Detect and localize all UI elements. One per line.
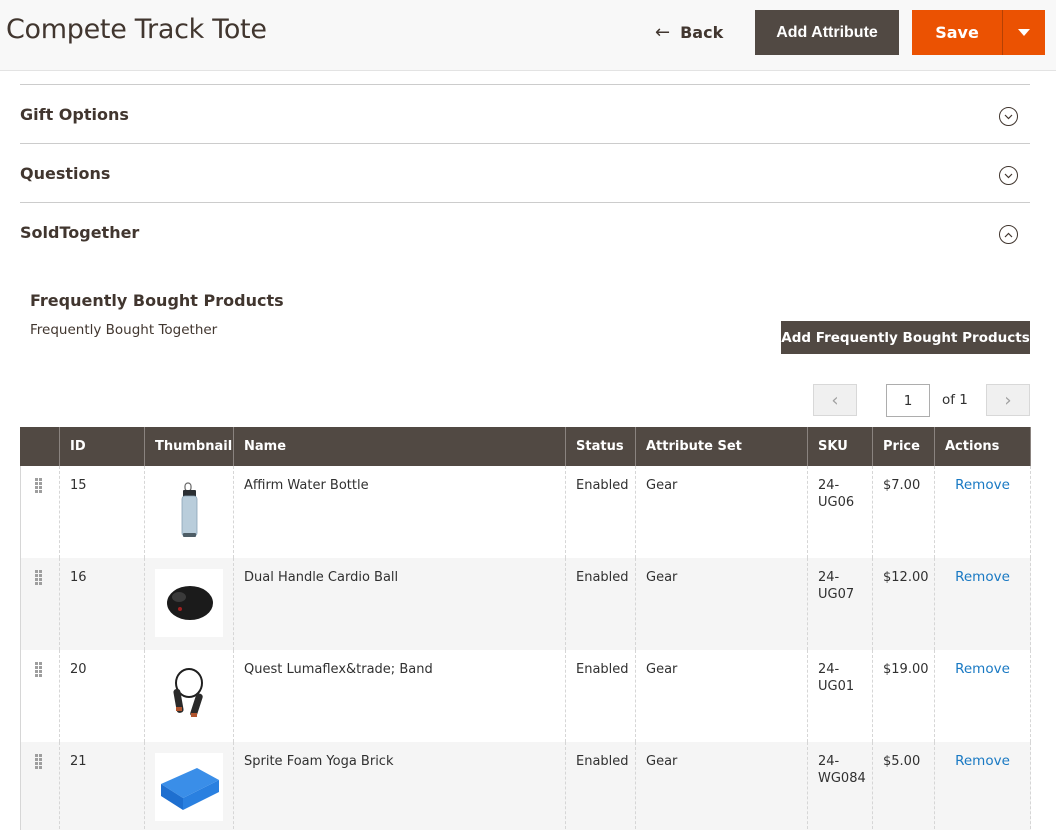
chevron-down-circle-icon[interactable] (999, 107, 1018, 126)
cell-price: $19.00 (872, 650, 935, 742)
column-header-attribute-set[interactable]: Attribute Set (635, 427, 808, 466)
cell-sku: 24- UG07 (807, 558, 873, 650)
thumbnail-water-bottle (155, 477, 223, 545)
cell-name: Sprite Foam Yoga Brick (233, 742, 566, 830)
column-header-actions: Actions (934, 427, 1031, 466)
thumbnail-yoga-brick (155, 753, 223, 821)
table-row: 20 Quest Lumaflex&trade; Band Enabled Ge… (20, 650, 1031, 742)
section-title: Gift Options (20, 105, 129, 124)
cell-name: Affirm Water Bottle (233, 466, 566, 558)
cell-id: 21 (59, 742, 145, 830)
pager-prev-button[interactable]: ‹ (813, 384, 857, 416)
table-row: 21 Sprite Foam Yoga Brick Enabled Gear 2… (20, 742, 1031, 830)
section-gift-options[interactable]: Gift Options (20, 84, 1030, 143)
cell-sku: 24- WG084 (807, 742, 873, 830)
save-split-button: Save (912, 10, 1045, 55)
section-soldtogether[interactable]: SoldTogether (20, 202, 1030, 262)
add-frequently-bought-button[interactable]: Add Frequently Bought Products (781, 321, 1030, 354)
remove-link[interactable]: Remove (945, 477, 1020, 494)
cell-status: Enabled (565, 558, 636, 650)
section-title: Questions (20, 164, 111, 183)
page-header: Compete Track Tote ← Back Add Attribute … (0, 0, 1056, 71)
remove-link[interactable]: Remove (945, 753, 1020, 770)
column-header-status[interactable]: Status (565, 427, 636, 466)
cell-status: Enabled (565, 650, 636, 742)
pager-next-button[interactable]: › (986, 384, 1030, 416)
column-header-drag (20, 427, 60, 466)
thumbnail-resistance-band (155, 661, 223, 729)
pager-page-input[interactable] (886, 384, 930, 417)
cell-id: 15 (59, 466, 145, 558)
add-attribute-button[interactable]: Add Attribute (755, 10, 899, 55)
drag-handle-icon[interactable] (35, 478, 43, 493)
column-header-name[interactable]: Name (233, 427, 566, 466)
back-button[interactable]: ← Back (655, 19, 723, 45)
cell-price: $7.00 (872, 466, 935, 558)
chevron-up-circle-icon[interactable] (999, 225, 1018, 244)
chevron-left-icon: ‹ (831, 389, 839, 411)
column-header-price[interactable]: Price (872, 427, 935, 466)
frequently-bought-grid: ID Thumbnail Name Status Attribute Set S… (20, 427, 1031, 830)
page-title: Compete Track Tote (6, 14, 267, 45)
remove-link[interactable]: Remove (945, 569, 1020, 586)
section-title: SoldTogether (20, 223, 140, 242)
pager-total: of 1 (942, 392, 968, 408)
chevron-right-icon: › (1004, 389, 1012, 411)
column-header-thumbnail: Thumbnail (144, 427, 234, 466)
cell-id: 20 (59, 650, 145, 742)
remove-link[interactable]: Remove (945, 661, 1020, 678)
cell-attribute-set: Gear (635, 650, 808, 742)
cell-attribute-set: Gear (635, 558, 808, 650)
thumbnail-cardio-ball (155, 569, 223, 637)
cell-attribute-set: Gear (635, 466, 808, 558)
table-row: 15 Affirm Water Bottle Enabled Gear 24- U… (20, 466, 1031, 558)
drag-handle-icon[interactable] (35, 570, 43, 585)
save-button[interactable]: Save (912, 10, 1002, 55)
cell-name: Dual Handle Cardio Ball (233, 558, 566, 650)
back-label: Back (680, 22, 724, 42)
cell-status: Enabled (565, 742, 636, 830)
chevron-down-circle-icon[interactable] (999, 166, 1018, 185)
drag-handle-icon[interactable] (35, 662, 43, 677)
cell-price: $5.00 (872, 742, 935, 830)
frequently-bought-title: Frequently Bought Products (30, 291, 284, 310)
frequently-bought-subtitle: Frequently Bought Together (30, 322, 218, 338)
section-questions[interactable]: Questions (20, 143, 1030, 202)
save-options-toggle[interactable] (1003, 10, 1045, 55)
column-header-id[interactable]: ID (59, 427, 145, 466)
cell-sku: 24- UG01 (807, 650, 873, 742)
arrow-left-icon: ← (655, 21, 671, 43)
grid-header-row: ID Thumbnail Name Status Attribute Set S… (20, 427, 1031, 466)
cell-status: Enabled (565, 466, 636, 558)
cell-name: Quest Lumaflex&trade; Band (233, 650, 566, 742)
cell-price: $12.00 (872, 558, 935, 650)
cell-sku: 24- UG06 (807, 466, 873, 558)
caret-down-icon (1018, 29, 1030, 36)
drag-handle-icon[interactable] (35, 754, 43, 769)
table-row: 16 Dual Handle Cardio Ball Enabled Gear … (20, 558, 1031, 650)
cell-attribute-set: Gear (635, 742, 808, 830)
column-header-sku[interactable]: SKU (807, 427, 873, 466)
cell-id: 16 (59, 558, 145, 650)
